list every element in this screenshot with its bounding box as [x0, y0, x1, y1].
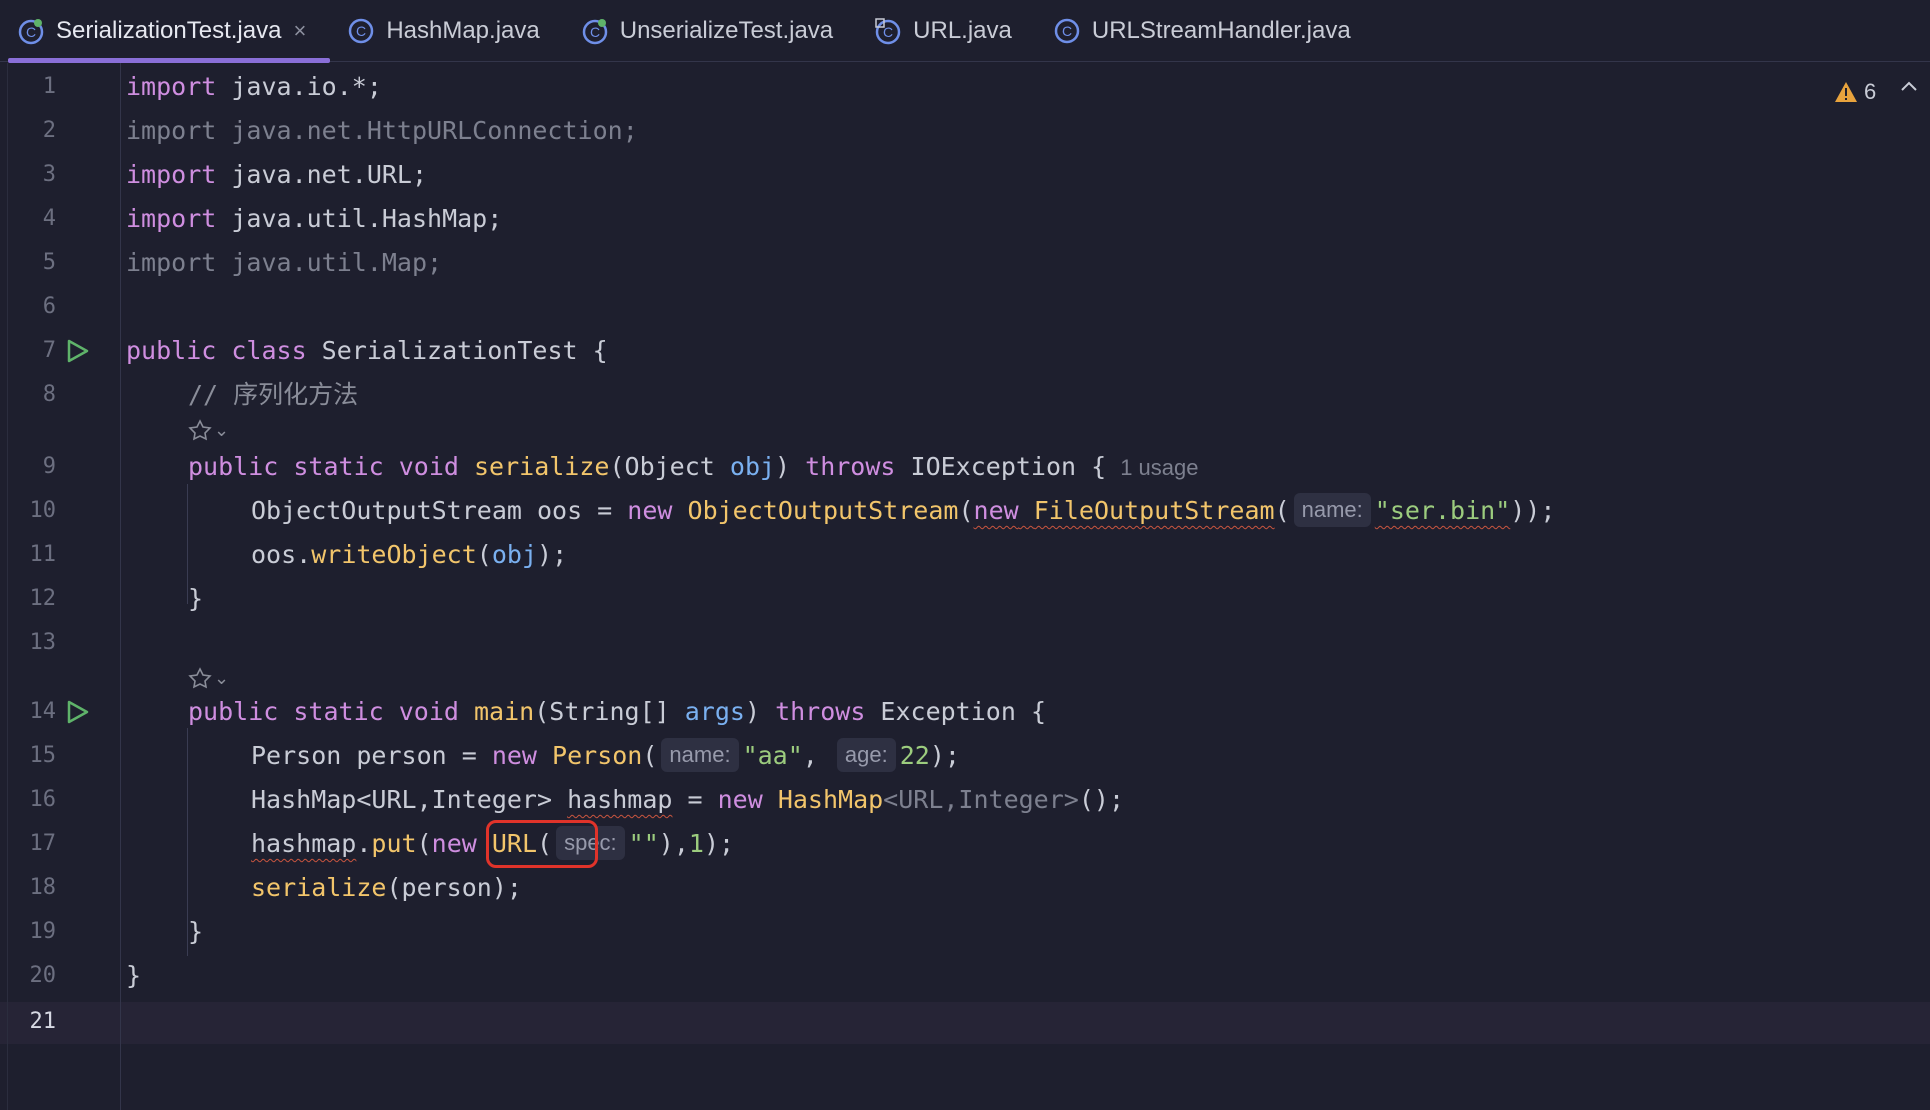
code-text: ObjectOutputStream oos = new ObjectOutpu… [251, 489, 1555, 533]
line-number: 19 [29, 919, 57, 944]
svg-text:C: C [356, 23, 366, 39]
code-line: 13 [0, 621, 1930, 665]
code-line: 9 public static void serialize(Object ob… [0, 445, 1930, 489]
code-text: import java.io.*; [126, 72, 382, 101]
svg-text:C: C [590, 24, 600, 40]
usage-hint[interactable]: 1 usage [1120, 455, 1198, 480]
code-editor[interactable]: 6 1 import java.io.*; 2 import java.net.… [0, 63, 1930, 1110]
code-line: 21 [0, 1000, 1930, 1044]
line-number: 3 [42, 162, 56, 187]
line-number: 18 [29, 875, 57, 900]
ai-actions-icon[interactable]: ⌄ [188, 415, 229, 445]
code-text: } [126, 961, 142, 990]
code-text: } [188, 584, 204, 613]
code-line: 20 } [0, 954, 1930, 998]
svg-text:C: C [1062, 23, 1072, 39]
code-line: 4 import java.util.HashMap; [0, 197, 1930, 241]
code-line: 7 public class SerializationTest { [0, 329, 1930, 373]
tab-label: URLStreamHandler.java [1091, 17, 1351, 44]
line-number: 14 [29, 699, 57, 724]
code-line: 6 [0, 285, 1930, 329]
code-line: 19 } [0, 910, 1930, 954]
ai-actions-icon[interactable]: ⌄ [188, 663, 229, 693]
tab-label: URL.java [913, 17, 1012, 44]
code-text: public static void serialize(Object obj)… [188, 452, 1199, 481]
tab-hashmap[interactable]: C HashMap.java [330, 0, 563, 62]
code-line: 1 import java.io.*; [0, 65, 1930, 109]
code-line: 5 import java.util.Map; [0, 241, 1930, 285]
line-number: 5 [42, 250, 56, 275]
line-number: 1 [42, 74, 56, 99]
code-line: 8 // 序列化方法 [0, 373, 1930, 417]
line-number: 13 [29, 630, 57, 655]
line-number: 17 [29, 831, 57, 856]
code-text: Person person = new Person(name: "aa", ag… [251, 734, 960, 778]
parameter-hint: age: [836, 738, 896, 772]
code-text: public class SerializationTest { [126, 336, 608, 365]
code-text: import java.net.HttpURLConnection; [126, 116, 638, 145]
line-number: 2 [42, 118, 56, 143]
line-number: 16 [29, 787, 57, 812]
highlight-annotation-box [486, 820, 598, 868]
line-number: 11 [29, 542, 57, 567]
code-text: HashMap<URL,Integer> hashmap = new HashM… [251, 785, 1124, 814]
tab-urlstreamhandler[interactable]: C URLStreamHandler.java [1036, 0, 1375, 62]
code-line: 15 Person person = new Person(name: "aa",… [0, 734, 1930, 778]
code-line: 11 oos.writeObject(obj); [0, 533, 1930, 577]
code-text: } [188, 917, 204, 946]
line-number: 4 [42, 206, 56, 231]
line-number: 10 [29, 498, 57, 523]
code-line: 12 } [0, 577, 1930, 621]
code-line: 16 HashMap<URL,Integer> hashmap = new Ha… [0, 778, 1930, 822]
code-text: import java.util.HashMap; [126, 204, 503, 233]
class-icon: C [1052, 16, 1082, 46]
line-number: 8 [42, 382, 56, 407]
line-number: 9 [42, 454, 56, 479]
run-icon[interactable] [64, 699, 90, 725]
code-text: serialize(person); [251, 873, 522, 902]
code-text: public static void main(String[] args) t… [188, 697, 1046, 726]
code-line: 3 import java.net.URL; [0, 153, 1930, 197]
tab-label: HashMap.java [386, 17, 540, 44]
code-line: 17 hashmap.put(new URL(spec: ""),1); [0, 822, 1930, 866]
tab-label: SerializationTest.java [56, 17, 282, 44]
line-number: 7 [42, 338, 56, 363]
class-icon: C [16, 16, 46, 46]
close-icon[interactable]: × [293, 18, 306, 44]
svg-text:C: C [26, 24, 36, 40]
parameter-hint: name: [1293, 493, 1371, 527]
code-line: 2 import java.net.HttpURLConnection; [0, 109, 1930, 153]
tab-url[interactable]: C URL.java [857, 0, 1036, 62]
class-icon: C [346, 16, 376, 46]
line-number: 12 [29, 586, 57, 611]
code-line: 18 serialize(person); [0, 866, 1930, 910]
line-number: 15 [29, 743, 57, 768]
code-line: 14 public static void main(String[] args… [0, 690, 1930, 734]
tab-label: UnserializeTest.java [619, 17, 834, 44]
run-icon[interactable] [64, 338, 90, 364]
editor-tab-bar: C SerializationTest.java × C HashMap.jav… [0, 0, 1930, 63]
class-icon: C [873, 16, 903, 46]
code-comment: // 序列化方法 [188, 380, 359, 409]
code-text: import java.net.URL; [126, 160, 428, 189]
line-number: 21 [29, 1009, 57, 1034]
tab-unserializetest[interactable]: C UnserializeTest.java [564, 0, 857, 62]
line-number: 20 [29, 963, 57, 988]
parameter-hint: name: [661, 738, 739, 772]
code-text: import java.util.Map; [126, 248, 443, 277]
code-line: 10 ObjectOutputStream oos = new ObjectOu… [0, 489, 1930, 533]
line-number: 6 [42, 294, 56, 319]
class-icon: C [580, 16, 610, 46]
code-text: oos.writeObject(obj); [251, 540, 568, 569]
tab-serializationtest[interactable]: C SerializationTest.java × [0, 0, 331, 63]
